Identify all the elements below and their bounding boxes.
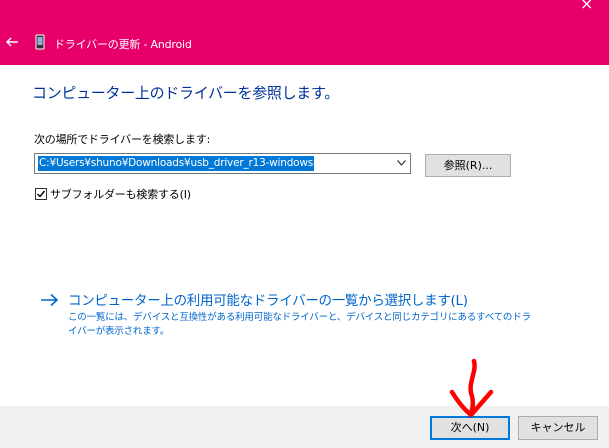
window-title: ドライバーの更新 - Android [54,38,192,51]
cancel-button[interactable]: キャンセル [518,416,598,440]
path-input-value[interactable]: C:¥Users¥shuno¥Downloads¥usb_driver_r13-… [38,156,315,171]
browse-button[interactable]: 参照(R)... [425,154,511,177]
chevron-down-icon[interactable] [397,160,406,166]
right-arrow-icon[interactable] [40,293,60,307]
page-heading: コンピューター上のドライバーを参照します。 [32,84,339,102]
back-arrow-icon[interactable] [4,34,20,50]
include-subfolders-label[interactable]: サブフォルダーも検索する(I) [50,186,191,202]
pick-driver-list-link[interactable]: コンピューター上の利用可能なドライバーの一覧から選択します(L) [68,289,468,309]
phone-device-icon [35,34,45,50]
close-icon[interactable]: × [580,0,593,12]
include-subfolders-checkbox[interactable] [35,188,47,200]
checkmark-icon [37,190,46,198]
search-location-label: 次の場所でドライバーを検索します: [34,133,211,146]
red-down-arrow-icon [449,358,494,418]
pick-driver-description: この一覧には、デバイスと互換性がある利用可能なドライバーと、デバイスと同じカテゴ… [68,312,531,337]
title-bar: ドライバーの更新 - Android × [0,0,609,65]
path-combobox[interactable]: C:¥Users¥shuno¥Downloads¥usb_driver_r13-… [34,153,411,174]
